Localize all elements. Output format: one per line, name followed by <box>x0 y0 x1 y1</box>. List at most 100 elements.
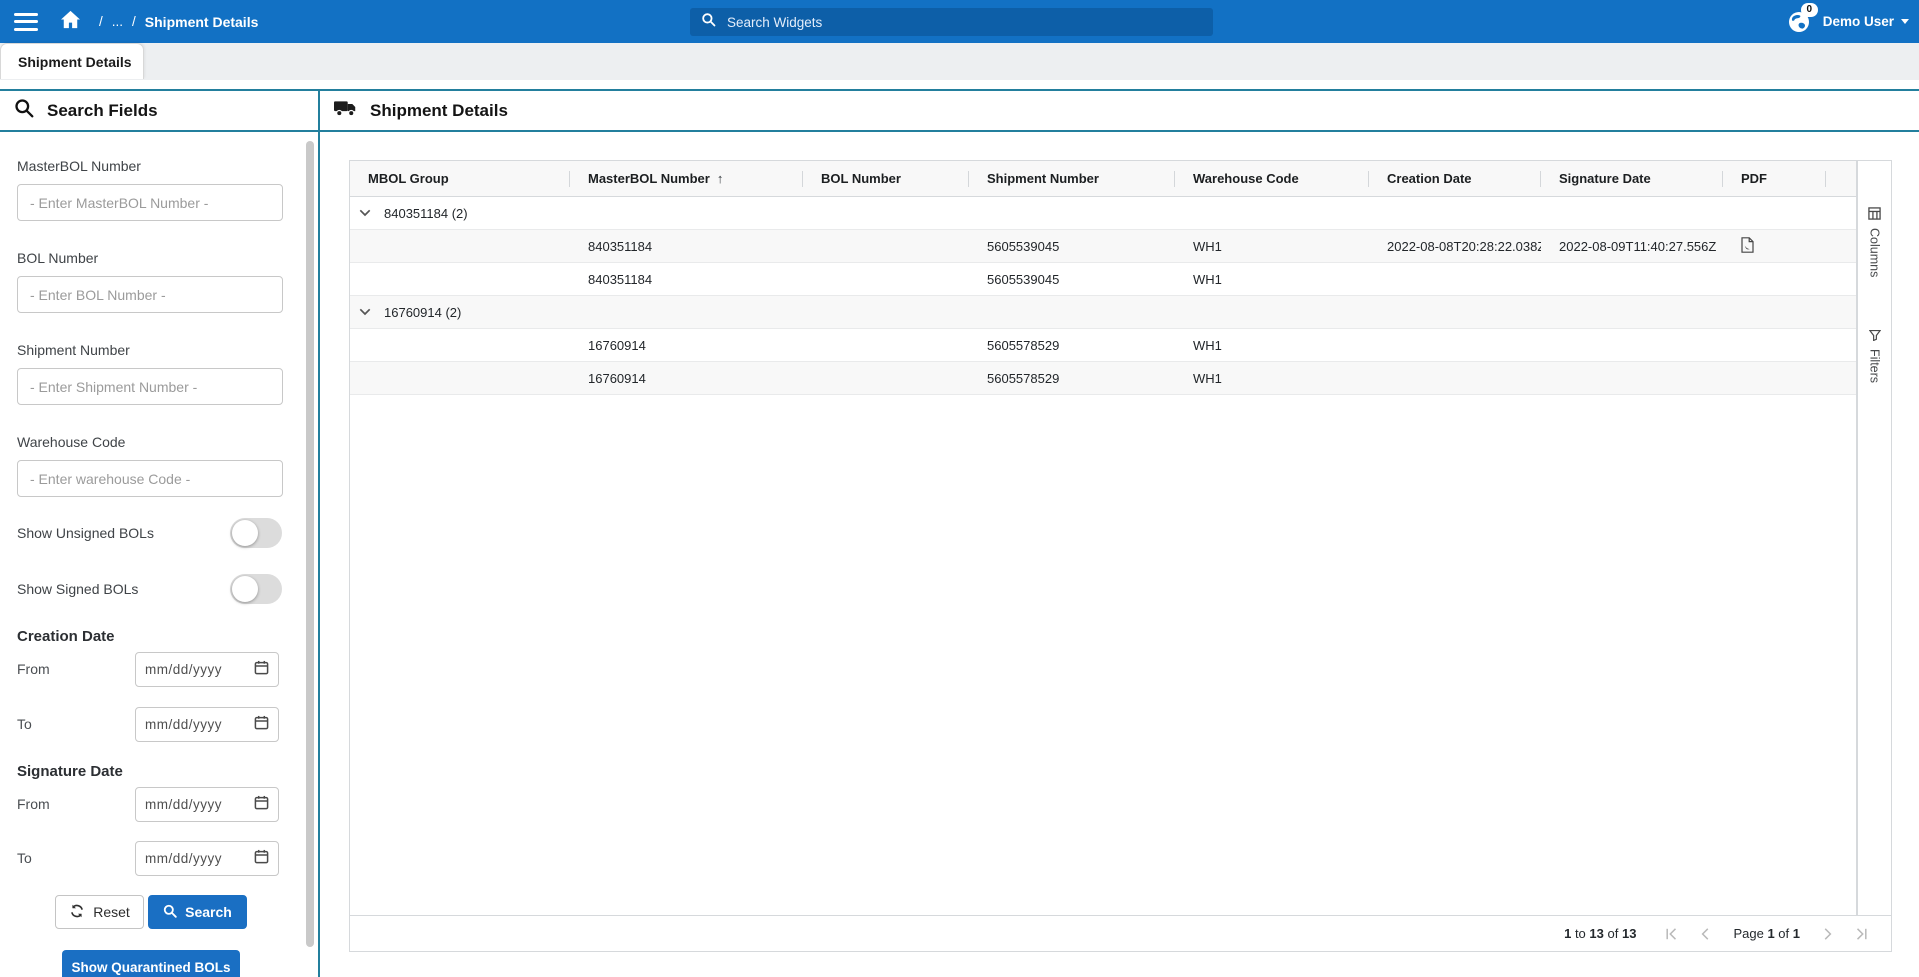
sidebar-title: Search Fields <box>47 101 158 121</box>
tool-tab-columns[interactable]: Columns <box>1868 207 1882 277</box>
bol-number-input[interactable] <box>17 276 283 313</box>
top-app-bar: / ... / Shipment Details 0 Demo User <box>0 0 1919 43</box>
cell-warehouse-code: WH1 <box>1175 230 1369 262</box>
cell-filler <box>1826 230 1856 262</box>
group-row[interactable]: 840351184 (2) <box>350 197 1856 230</box>
column-label: Creation Date <box>1387 171 1472 186</box>
show-unsigned-bols-toggle[interactable] <box>230 518 282 548</box>
cell-filler <box>1826 329 1856 361</box>
column-label: PDF <box>1741 171 1767 186</box>
sort-ascending-icon[interactable]: ↑ <box>717 171 724 186</box>
toggle-knob <box>232 520 258 546</box>
reset-button[interactable]: Reset <box>55 895 144 929</box>
column-label: Warehouse Code <box>1193 171 1299 186</box>
column-header-masterbol-number[interactable]: MasterBOL Number ↑ <box>570 161 803 196</box>
to-label: To <box>17 716 32 732</box>
tab-label: Shipment Details <box>18 54 132 70</box>
column-header-mbol-group[interactable]: MBOL Group <box>350 161 570 196</box>
tab-strip: Shipment Details <box>0 43 1919 80</box>
search-widgets-input[interactable] <box>725 14 1202 31</box>
table-row[interactable]: 840351184 5605539045 WH1 <box>350 263 1856 296</box>
reset-label: Reset <box>93 904 130 920</box>
field-label: Shipment Number <box>17 342 283 358</box>
main-title: Shipment Details <box>370 101 508 121</box>
breadcrumb-separator: / <box>99 14 103 29</box>
warehouse-code-input[interactable] <box>17 460 283 497</box>
shipment-number-input[interactable] <box>17 368 283 405</box>
group-cell: 840351184 (2) <box>350 197 1856 229</box>
topbar-right-group: 0 Demo User <box>1787 0 1909 43</box>
calendar-icon[interactable] <box>254 715 269 735</box>
calendar-icon[interactable] <box>254 660 269 680</box>
home-button[interactable] <box>60 10 81 34</box>
cell-mbol-group <box>350 329 570 361</box>
table-row[interactable]: 16760914 5605578529 WH1 <box>350 362 1856 395</box>
calendar-icon[interactable] <box>254 849 269 869</box>
page-indicator: Page 1 of 1 <box>1733 926 1800 941</box>
creation-date-section-title: Creation Date <box>17 628 115 645</box>
home-icon <box>60 10 81 34</box>
column-label: MasterBOL Number <box>588 171 710 186</box>
creation-date-to-input[interactable]: mm/dd/yyyy <box>135 707 279 742</box>
toggle-row-unsigned: Show Unsigned BOLs <box>17 518 283 550</box>
column-header-warehouse-code[interactable]: Warehouse Code <box>1175 161 1369 196</box>
show-quarantined-bols-button[interactable]: Show Quarantined BOLs <box>62 950 240 977</box>
group-row[interactable]: 16760914 (2) <box>350 296 1856 329</box>
row-to: 13 <box>1589 926 1603 941</box>
quarantined-label: Show Quarantined BOLs <box>71 960 230 975</box>
next-page-button[interactable] <box>1824 928 1832 940</box>
to-label: To <box>17 850 32 866</box>
cell-shipment-number: 5605539045 <box>969 230 1175 262</box>
column-header-bol-number[interactable]: BOL Number <box>803 161 969 196</box>
cell-shipment-number: 5605578529 <box>969 329 1175 361</box>
show-signed-bols-toggle[interactable] <box>230 574 282 604</box>
search-icon <box>163 904 177 921</box>
search-icon <box>701 12 716 32</box>
section-header-band: Search Fields Shipment Details <box>0 89 1919 132</box>
cell-masterbol-number: 16760914 <box>570 362 803 394</box>
first-page-button[interactable] <box>1666 928 1677 940</box>
hamburger-menu-icon[interactable] <box>14 13 38 31</box>
tool-tab-label: Columns <box>1868 228 1882 277</box>
chevron-down-icon[interactable] <box>359 209 371 217</box>
field-label: BOL Number <box>17 250 283 266</box>
cell-pdf <box>1723 263 1826 295</box>
main-panel-header: Shipment Details <box>334 91 508 130</box>
breadcrumb-ellipsis[interactable]: ... <box>112 14 123 29</box>
toggle-row-signed: Show Signed BOLs <box>17 574 283 606</box>
creation-date-from-input[interactable]: mm/dd/yyyy <box>135 652 279 687</box>
user-menu[interactable]: Demo User <box>1823 14 1909 29</box>
row-from: 1 <box>1564 926 1571 941</box>
cell-masterbol-number: 16760914 <box>570 329 803 361</box>
cell-masterbol-number: 840351184 <box>570 263 803 295</box>
last-page-button[interactable] <box>1856 928 1867 940</box>
search-button[interactable]: Search <box>148 895 247 929</box>
table-row[interactable]: 840351184 5605539045 WH1 2022-08-08T20:2… <box>350 230 1856 263</box>
tool-tab-filters[interactable]: Filters <box>1868 329 1882 383</box>
tab-shipment-details[interactable]: Shipment Details <box>0 43 144 79</box>
table-row[interactable]: 16760914 5605578529 WH1 <box>350 329 1856 362</box>
pdf-file-icon[interactable] <box>1741 237 1754 256</box>
column-header-pdf[interactable]: PDF <box>1723 161 1826 196</box>
cell-creation-date <box>1369 263 1541 295</box>
field-shipment-number: Shipment Number <box>17 342 283 405</box>
user-name: Demo User <box>1823 14 1894 29</box>
cell-pdf <box>1723 329 1826 361</box>
previous-page-button[interactable] <box>1701 928 1709 940</box>
field-label: MasterBOL Number <box>17 158 283 174</box>
column-header-shipment-number[interactable]: Shipment Number <box>969 161 1175 196</box>
cell-signature-date <box>1541 362 1723 394</box>
column-header-creation-date[interactable]: Creation Date <box>1369 161 1541 196</box>
sidebar-buttons-row: Reset Search <box>0 895 318 929</box>
creation-from-row: From mm/dd/yyyy <box>17 652 279 687</box>
notifications-globe-button[interactable]: 0 <box>1787 10 1811 34</box>
chevron-down-icon[interactable] <box>359 308 371 316</box>
sidebar-scrollbar[interactable] <box>306 141 314 947</box>
masterbol-number-input[interactable] <box>17 184 283 221</box>
cell-pdf <box>1723 362 1826 394</box>
column-header-signature-date[interactable]: Signature Date <box>1541 161 1723 196</box>
signature-date-from-input[interactable]: mm/dd/yyyy <box>135 787 279 822</box>
column-label: MBOL Group <box>368 171 449 186</box>
calendar-icon[interactable] <box>254 795 269 815</box>
signature-date-to-input[interactable]: mm/dd/yyyy <box>135 841 279 876</box>
